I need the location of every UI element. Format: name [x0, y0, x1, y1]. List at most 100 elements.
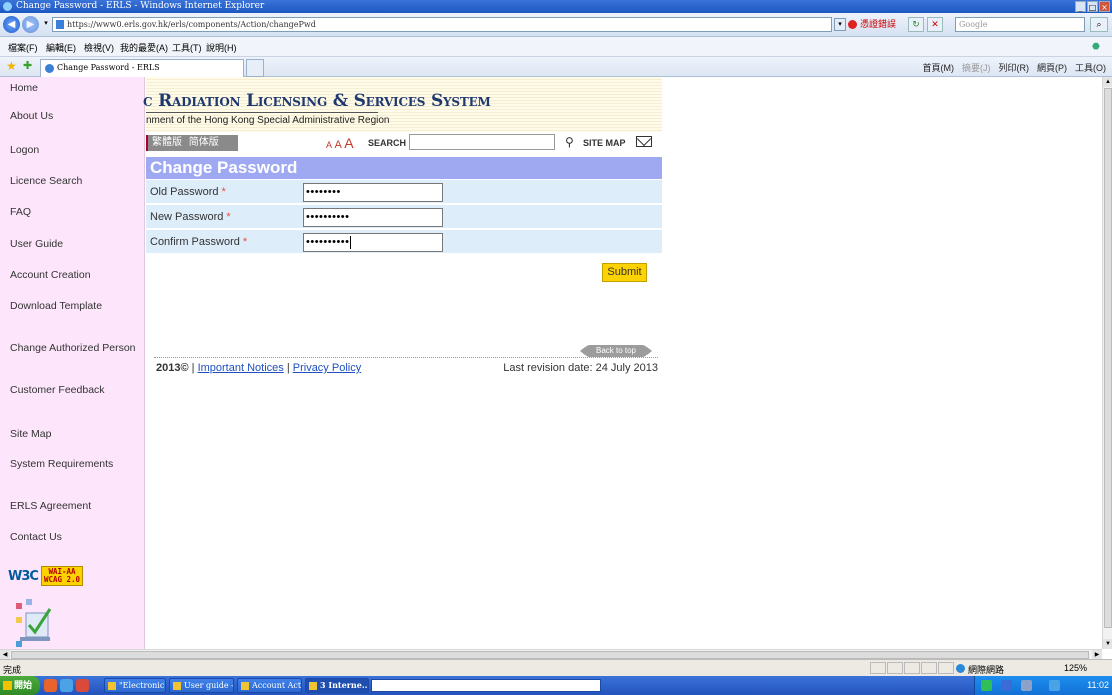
sidebar-item-customer-feedback[interactable]: Customer Feedback [10, 384, 105, 396]
tray-icon[interactable] [981, 680, 992, 691]
maximize-icon[interactable]: □ [1087, 1, 1098, 12]
footer-separator: | [191, 362, 195, 374]
menu-favorites[interactable]: 我的最愛(A) [120, 41, 168, 54]
vertical-scrollbar[interactable]: ▲ ▼ [1102, 77, 1112, 649]
menu-tools[interactable]: 工具(T) [172, 41, 202, 54]
menu-edit[interactable]: 編輯(E) [46, 41, 76, 54]
zoom-level[interactable]: 125% [1064, 663, 1087, 673]
government-subtitle: nment of the Hong Kong Special Administr… [146, 115, 390, 126]
tab-change-password[interactable]: Change Password - ERLS [40, 59, 244, 77]
new-password-field[interactable]: •••••••••• [303, 208, 443, 227]
refresh-icon[interactable]: ↻ [908, 17, 924, 32]
tray-icon[interactable] [1021, 680, 1032, 691]
search-icon[interactable]: ⌕ [1090, 17, 1108, 32]
font-small-button[interactable]: A [326, 140, 332, 150]
sidebar-item-download-template[interactable]: Download Template [10, 300, 102, 312]
taskbar-button-user-guide[interactable]: User guide - ... [169, 678, 234, 693]
sidebar-item-user-guide[interactable]: User Guide [10, 238, 63, 250]
minimize-icon[interactable]: _ [1075, 1, 1086, 12]
tools-button[interactable]: 工具(O) [1075, 61, 1106, 74]
taskbar-button-electronic[interactable]: "Electronic ... [104, 678, 166, 693]
system-tray: 11:02 [974, 676, 1112, 695]
certificate-error[interactable]: 憑證錯誤 [848, 17, 896, 32]
wcag-badge[interactable]: W3C WAI-AA WCAG 2.0 [8, 564, 84, 588]
page-button[interactable]: 網頁(P) [1037, 61, 1067, 74]
favorites-star-icon[interactable]: ★ [6, 60, 19, 73]
sidebar-item-change-authorized-person[interactable]: Change Authorized Person [10, 342, 136, 354]
history-dropdown-icon[interactable]: ▾ [40, 18, 52, 31]
stop-icon[interactable]: ✕ [927, 17, 943, 32]
lang-simplified-link[interactable]: 简体版 [189, 137, 219, 148]
sidebar-item-logon[interactable]: Logon [10, 144, 39, 156]
scroll-down-icon[interactable]: ▼ [1103, 639, 1112, 649]
quicklaunch-icon[interactable] [60, 679, 73, 692]
important-notices-link[interactable]: Important Notices [198, 362, 284, 374]
sidebar-item-licence-search[interactable]: Licence Search [10, 175, 82, 187]
footer: 2013© | Important Notices | Privacy Poli… [156, 362, 658, 374]
confirm-password-field[interactable]: •••••••••• [303, 233, 443, 252]
tray-icon[interactable] [1049, 680, 1060, 691]
add-favorite-icon[interactable]: ✚ [23, 60, 36, 73]
menu-help[interactable]: 說明(H) [206, 41, 237, 54]
menu-view[interactable]: 檢視(V) [84, 41, 114, 54]
sidebar-item-system-requirements[interactable]: System Requirements [10, 458, 113, 470]
windows-taskbar: 開始 "Electronic ... User guide - ... Acco… [0, 676, 1112, 695]
forward-icon[interactable]: ▶ [22, 16, 39, 33]
menu-file[interactable]: 檔案(F) [8, 41, 38, 54]
sidebar-item-about-us[interactable]: About Us [10, 110, 53, 122]
taskbar-button-account-activation[interactable]: Account Acti... [237, 678, 302, 693]
home-button[interactable]: 首頁(M) [923, 61, 955, 74]
sidebar-item-faq[interactable]: FAQ [10, 206, 31, 218]
sidebar-item-erls-agreement[interactable]: ERLS Agreement [10, 500, 91, 512]
quicklaunch-icon[interactable] [76, 679, 89, 692]
font-medium-button[interactable]: A [334, 139, 341, 151]
new-tab-button[interactable] [246, 59, 264, 77]
status-bar: 完成 網際網路 125% [0, 659, 1112, 676]
site-search-input[interactable] [409, 134, 555, 150]
vertical-scroll-thumb[interactable] [1104, 88, 1112, 628]
sidebar-item-account-creation[interactable]: Account Creation [10, 269, 91, 281]
horizontal-scroll-thumb[interactable] [11, 651, 1089, 659]
lang-traditional-link[interactable]: 繁體版 [152, 137, 182, 148]
command-bar: 首頁(M) 摘要(J) 列印(R) 網頁(P) 工具(O) [923, 61, 1107, 74]
horizontal-scrollbar[interactable]: ◀ ▶ [0, 649, 1102, 660]
extension-icon[interactable]: ⬣ [1092, 41, 1106, 53]
wcag-level: WAI-AA WCAG 2.0 [40, 566, 84, 586]
taskbar-button-internet-explorer[interactable]: 3 Interne... [305, 678, 369, 693]
text-caret [349, 235, 351, 249]
page-title: Change Password [146, 157, 662, 179]
taskbar-address-input[interactable] [371, 679, 601, 692]
last-revision-date: Last revision date: 24 July 2013 [503, 362, 658, 374]
magnifier-icon[interactable]: ⚲ [565, 135, 574, 149]
address-bar[interactable]: https://www0.erls.gov.hk/erls/components… [52, 17, 832, 32]
feeds-button[interactable]: 摘要(J) [962, 61, 991, 74]
back-icon[interactable]: ◀ [3, 16, 20, 33]
submit-button[interactable]: Submit [602, 263, 647, 282]
url-text: https://www0.erls.gov.hk/erls/components… [67, 20, 316, 29]
security-zone[interactable]: 網際網路 [956, 663, 1004, 676]
scroll-up-icon[interactable]: ▲ [1103, 77, 1112, 87]
close-icon[interactable]: × [1099, 1, 1110, 12]
title-underline [146, 112, 378, 113]
address-dropdown-icon[interactable]: ▾ [834, 18, 846, 31]
font-large-button[interactable]: A [344, 135, 353, 151]
search-input[interactable]: Google [955, 17, 1085, 32]
site-map-link[interactable]: SITE MAP [583, 138, 626, 148]
status-text: 完成 [3, 666, 22, 676]
sidebar-item-home[interactable]: Home [10, 82, 38, 94]
mail-icon[interactable] [636, 136, 652, 147]
privacy-policy-link[interactable]: Privacy Policy [293, 362, 361, 374]
quicklaunch-icon[interactable] [44, 679, 57, 692]
tray-icon[interactable] [1001, 680, 1012, 691]
ie-icon [3, 2, 12, 11]
old-password-field[interactable]: •••••••• [303, 183, 443, 202]
checklist-icon[interactable] [16, 599, 56, 647]
back-to-top-button[interactable]: Back to top [580, 345, 652, 357]
start-button[interactable]: 開始 [0, 676, 40, 695]
old-password-row: Old Password * •••••••• [146, 180, 662, 204]
wcag-level-line2: WCAG 2.0 [43, 575, 81, 584]
print-button[interactable]: 列印(R) [999, 61, 1030, 74]
sidebar-item-contact-us[interactable]: Contact Us [10, 531, 62, 543]
sidebar-item-site-map[interactable]: Site Map [10, 428, 51, 440]
w3c-logo: W3C [8, 568, 39, 584]
